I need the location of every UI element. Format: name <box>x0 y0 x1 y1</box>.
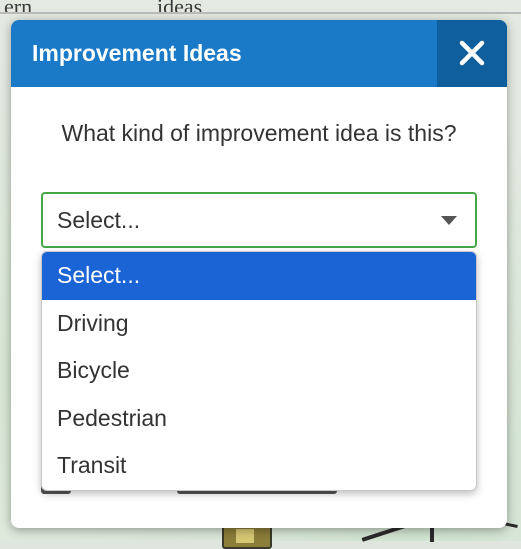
improvement-type-select[interactable]: Select... <box>41 192 477 248</box>
improvement-ideas-dialog: Improvement Ideas What kind of improveme… <box>11 20 507 528</box>
close-button[interactable] <box>437 20 507 87</box>
dropdown-option[interactable]: Bicycle <box>42 347 476 395</box>
map-label: ern <box>4 0 33 19</box>
map-marker-icon[interactable] <box>222 525 272 549</box>
map-road <box>0 12 521 14</box>
caret-down-icon <box>441 216 457 225</box>
question-text: What kind of improvement idea is this? <box>61 120 457 146</box>
dialog-title: Improvement Ideas <box>32 40 242 66</box>
dropdown-option[interactable]: Pedestrian <box>42 395 476 443</box>
dropdown-option[interactable]: Transit <box>42 442 476 490</box>
dropdown-option[interactable]: Driving <box>42 300 476 348</box>
dialog-header: Improvement Ideas <box>11 20 507 87</box>
improvement-type-options: Select... Driving Bicycle Pedestrian Transit <box>41 251 477 491</box>
map-label: ideas <box>157 0 203 19</box>
close-icon <box>459 40 485 66</box>
select-value: Select... <box>57 207 141 233</box>
dropdown-option[interactable]: Select... <box>42 252 476 300</box>
